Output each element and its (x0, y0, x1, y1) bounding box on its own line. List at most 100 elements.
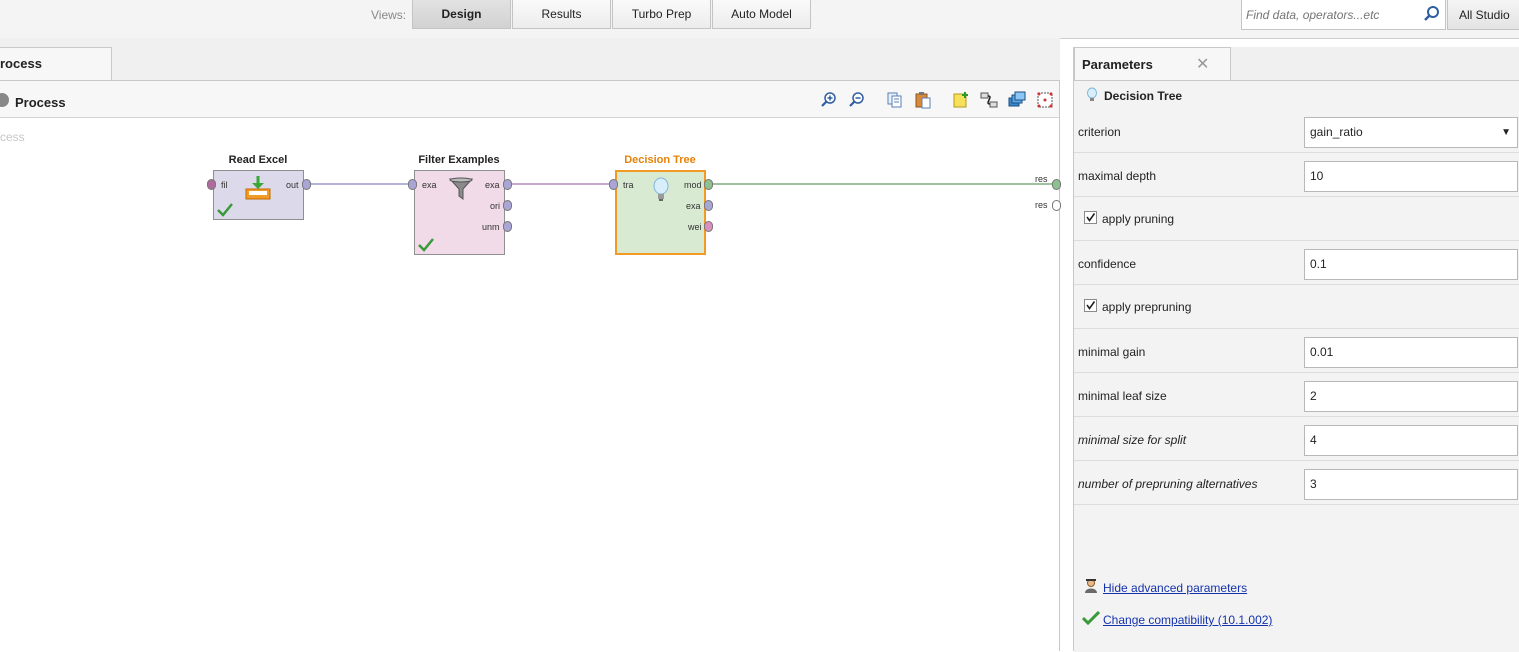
port-filter-ori[interactable] (503, 200, 512, 211)
port-label-out: out (286, 180, 299, 190)
hide-advanced-parameters-link[interactable]: Hide advanced parameters (1103, 581, 1247, 595)
param-label-apply-prepruning: apply prepruning (1102, 300, 1192, 314)
status-ok-icon (418, 238, 434, 255)
port-label-exa-in: exa (422, 180, 437, 190)
view-tab-auto-model[interactable]: Auto Model (712, 0, 811, 29)
port-tree-exa[interactable] (704, 200, 713, 211)
zoom-out-icon[interactable] (848, 91, 866, 109)
param-label-apply-pruning: apply pruning (1102, 212, 1175, 226)
port-filter-unm[interactable] (503, 221, 512, 232)
param-row-criterion: criterion gain_ratio ▼ (1074, 109, 1519, 153)
confidence-field[interactable]: 0.1 (1304, 249, 1518, 280)
parameters-panel: Parameters ✕ Decision Tree criterion gai… (1073, 47, 1519, 652)
layers-icon[interactable] (1008, 91, 1026, 109)
view-tab-design[interactable]: Design (412, 0, 511, 29)
port-read-excel-out[interactable] (302, 179, 311, 190)
chevron-down-icon: ▼ (1501, 127, 1511, 138)
port-tree-wei[interactable] (704, 221, 713, 232)
param-row-apply-pruning: apply pruning (1074, 197, 1519, 241)
port-tree-tra[interactable] (609, 179, 618, 190)
result-port-1[interactable] (1052, 179, 1061, 190)
operator-filter-examples[interactable]: exa exa ori unm (414, 170, 505, 255)
copy-icon[interactable] (886, 91, 904, 109)
operator-decision-tree[interactable]: tra mod exa wei (615, 170, 706, 255)
parameters-tab-label: Parameters (1082, 57, 1153, 72)
port-label-fil: fil (221, 180, 228, 190)
change-compatibility-link[interactable]: Change compatibility (10.1.002) (1103, 613, 1272, 627)
port-label-mod: mod (684, 180, 702, 190)
view-tab-turbo-prep[interactable]: Turbo Prep (612, 0, 711, 29)
views-label: Views: (371, 8, 407, 22)
param-row-minimal-size-for-split: minimal size for split 4 (1074, 417, 1519, 461)
port-read-excel-fil[interactable] (207, 179, 216, 190)
param-label-minimal-leaf-size: minimal leaf size (1078, 389, 1167, 403)
param-label-maximal-depth: maximal depth (1078, 169, 1157, 183)
lightbulb-icon (651, 177, 671, 206)
decision-tree-title: Decision Tree (624, 154, 696, 166)
apply-pruning-checkbox[interactable] (1084, 211, 1097, 224)
excel-import-icon (244, 175, 272, 204)
fit-view-icon[interactable] (1036, 91, 1054, 109)
paste-icon[interactable] (914, 91, 932, 109)
param-row-maximal-depth: maximal depth 10 (1074, 153, 1519, 197)
auto-wire-icon[interactable] (980, 91, 998, 109)
process-canvas[interactable]: cess Read Excel fil out Filter Examples … (0, 118, 1061, 651)
port-label-ori: ori (490, 201, 501, 211)
filter-examples-title: Filter Examples (418, 154, 500, 166)
process-panel: rocess Process cess Read Excel fil out F… (0, 38, 1061, 651)
operator-name: Decision Tree (1104, 89, 1183, 103)
close-icon[interactable]: ✕ (1196, 54, 1209, 74)
checkmark-icon (1086, 301, 1096, 310)
param-row-confidence: confidence 0.1 (1074, 241, 1519, 285)
result-port-label-1: res (1035, 174, 1048, 184)
criterion-value: gain_ratio (1310, 125, 1363, 139)
checkmark-icon (1081, 610, 1101, 628)
all-studio-dropdown[interactable]: All Studio (1447, 0, 1519, 30)
param-row-minimal-leaf-size: minimal leaf size 2 (1074, 373, 1519, 417)
connections-layer (311, 183, 1054, 185)
port-label-wei: wei (688, 222, 702, 232)
param-label-prepruning-alternatives: number of prepruning alternatives (1078, 477, 1258, 491)
parameters-tab[interactable]: Parameters ✕ (1074, 47, 1231, 80)
process-header: Process (0, 80, 1060, 118)
param-row-prepruning-alternatives: number of prepruning alternatives 3 (1074, 461, 1519, 505)
filter-icon (448, 176, 474, 205)
port-label-exa-out: exa (485, 180, 500, 190)
parameters-body: Decision Tree criterion gain_ratio ▼ max… (1074, 80, 1519, 652)
port-label-tra: tra (623, 180, 634, 190)
port-label-exa: exa (686, 201, 701, 211)
port-filter-exa-out[interactable] (503, 179, 512, 190)
maximal-depth-field[interactable]: 10 (1304, 161, 1518, 192)
port-label-unm: unm (482, 222, 500, 232)
port-tree-mod[interactable] (704, 179, 713, 190)
view-tab-results[interactable]: Results (512, 0, 611, 29)
lightbulb-icon (1086, 87, 1098, 106)
status-ok-icon (217, 203, 233, 220)
advanced-user-icon (1083, 578, 1099, 597)
param-label-confidence: confidence (1078, 257, 1137, 271)
param-label-minimal-gain: minimal gain (1078, 345, 1146, 359)
param-label-criterion: criterion (1078, 125, 1121, 139)
minimal-leaf-size-field[interactable]: 2 (1304, 381, 1518, 412)
process-tab[interactable]: rocess (0, 47, 112, 80)
criterion-select[interactable]: gain_ratio ▼ (1304, 117, 1518, 148)
read-excel-title: Read Excel (228, 154, 288, 166)
operator-read-excel[interactable]: fil out (213, 170, 304, 220)
search-box (1241, 0, 1446, 30)
param-row-minimal-gain: minimal gain 0.01 (1074, 329, 1519, 373)
result-port-label-2: res (1035, 200, 1048, 210)
add-note-icon[interactable] (952, 91, 970, 109)
process-icon (0, 93, 9, 107)
zoom-in-icon[interactable] (820, 91, 838, 109)
result-port-2[interactable] (1052, 200, 1061, 211)
search-icon[interactable] (1423, 5, 1441, 26)
prepruning-alternatives-field[interactable]: 3 (1304, 469, 1518, 500)
process-breadcrumb[interactable]: Process (15, 95, 66, 110)
minimal-size-for-split-field[interactable]: 4 (1304, 425, 1518, 456)
port-filter-exa-in[interactable] (408, 179, 417, 190)
param-row-apply-prepruning: apply prepruning (1074, 285, 1519, 329)
param-label-minimal-size-for-split: minimal size for split (1078, 433, 1187, 447)
apply-prepruning-checkbox[interactable] (1084, 299, 1097, 312)
minimal-gain-field[interactable]: 0.01 (1304, 337, 1518, 368)
search-input[interactable] (1242, 0, 1423, 30)
